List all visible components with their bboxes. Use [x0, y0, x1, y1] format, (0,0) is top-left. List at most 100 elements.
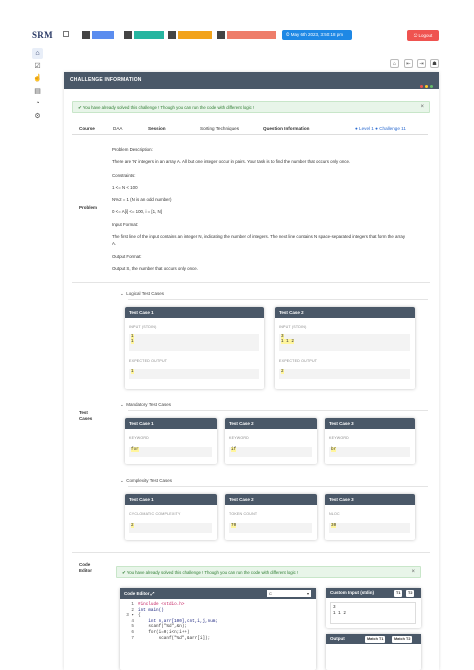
logout-button[interactable]: ⎋ Logout: [407, 30, 439, 41]
solved-alert: ✔ You have already solved this challenge…: [72, 101, 430, 113]
metric-label: CYCLOMATIC COMPLEXITY: [129, 512, 181, 516]
previous-tool-icon[interactable]: ⇤: [404, 59, 413, 68]
menu-toggle-icon[interactable]: [63, 31, 69, 37]
custom-input-panel: Custom Input (stdin) T1 T2 3 1 1 2: [326, 588, 421, 628]
constraints-heading: Constraints:: [112, 173, 136, 178]
language-select[interactable]: C ▾: [267, 590, 311, 597]
test-case-title: Test Case 1: [125, 418, 217, 429]
keyword-value: if: [229, 447, 312, 457]
window-dots: [418, 79, 433, 96]
desc-heading: Problem Description:: [112, 147, 153, 152]
mandatory-test-case-2: Test Case 2 KEYWORD if: [225, 418, 317, 464]
input-value: 3 1 1 2: [279, 334, 410, 351]
output-text: 1: [131, 369, 134, 374]
test-cases-label: Test Cases: [79, 410, 92, 422]
test-case-title: Test Case 2: [225, 418, 317, 429]
test-case-title: Test Case 3: [325, 418, 415, 429]
expected-output-label: EXPECTED OUTPUT: [129, 359, 168, 363]
code-line[interactable]: int main(): [138, 608, 164, 613]
bookmark-tool-icon[interactable]: ☗: [430, 59, 439, 68]
mandatory-section-title[interactable]: ⌄ Mandatory Test Cases: [120, 402, 171, 408]
problem-label: Problem: [79, 205, 98, 210]
custom-input-header: Custom Input (stdin) T1 T2: [326, 588, 421, 598]
logical-test-case-1: Test Case 1 INPUT (STDIN) 1 1 EXPECTED O…: [125, 307, 264, 389]
logical-section-title[interactable]: ⌄ Logical Test Cases: [120, 291, 164, 297]
code-line[interactable]: int n,arr[100],cnt,i,j,num;: [138, 619, 218, 624]
settings-icon[interactable]: ⚙: [32, 111, 43, 122]
test-case-title: Test Case 3: [325, 494, 415, 505]
yellow-dot-icon: [425, 85, 428, 88]
close-icon[interactable]: ×: [411, 567, 415, 578]
code-line[interactable]: {: [138, 613, 141, 618]
metric-text: 30: [331, 523, 337, 528]
keyword-text: br: [331, 447, 337, 452]
logical-title: Logical Test Cases: [126, 291, 164, 296]
input-line-2: 1 1 2: [281, 338, 294, 344]
logical-test-case-2: Test Case 2 INPUT (STDIN) 3 1 1 2 EXPECT…: [275, 307, 415, 389]
home-icon[interactable]: ⌂: [32, 48, 43, 59]
logo-text: SRM: [32, 30, 53, 40]
code-line[interactable]: scanf("%d",&n);: [138, 624, 187, 629]
keyword-value: for: [129, 447, 212, 457]
language-value: C: [269, 591, 272, 596]
input-desc-2: A.: [112, 241, 117, 246]
expected-output-value: 2: [279, 369, 410, 379]
date-badge: ⏲ May 6th 2023, 3:50:18 pm: [282, 30, 352, 40]
input-desc-1: The first line of the input contains an …: [112, 234, 406, 239]
custom-input-textarea[interactable]: 3 1 1 2: [330, 602, 416, 624]
nav-pill-3[interactable]: [168, 31, 212, 39]
input-label: INPUT (STDIN): [279, 325, 307, 329]
line-number: 6: [131, 630, 134, 635]
test-cases-label-2: Cases: [79, 416, 93, 421]
code-line[interactable]: scanf("%d",&arr[i]);: [138, 636, 211, 641]
line-number: 5: [131, 624, 134, 630]
metric-value: 70: [229, 523, 312, 533]
complexity-section-title[interactable]: ⌄ Complexity Test Cases: [120, 478, 172, 484]
code-editor: Code Editor ⤢ C ▾ 1 #include <stdio.h> 2 int…: [120, 588, 316, 670]
output-desc: Output S, the number that occurs only on…: [112, 266, 198, 271]
test-case-title: Test Case 2: [275, 307, 415, 318]
t1-button[interactable]: T1: [394, 589, 403, 597]
match-t2-button[interactable]: Match T2: [392, 635, 413, 643]
constraint-3: 0 <= A[i] <= 100, i = [1, N]: [112, 209, 162, 214]
output-text: 2: [281, 369, 284, 374]
home-tool-icon[interactable]: ⌂: [390, 59, 399, 68]
close-icon[interactable]: ×: [420, 102, 424, 113]
divider: [128, 486, 428, 487]
time-icon[interactable]: ◔: [32, 98, 43, 109]
keyword-label: KEYWORD: [129, 436, 149, 440]
code-line[interactable]: #include <stdio.h>: [138, 602, 184, 607]
nav-pill-2[interactable]: [124, 31, 164, 39]
info-row: Course DAA Session Sorting Techniques Qu…: [72, 122, 428, 135]
course-value: DAA: [113, 126, 123, 131]
output-title: Output: [330, 636, 345, 641]
output-panel: Output Match T1 Match T2: [326, 634, 421, 670]
course-label: Course: [79, 126, 95, 131]
match-t1-button[interactable]: Match T1: [365, 635, 386, 643]
tasks-icon[interactable]: ☑: [32, 61, 43, 72]
red-dot-icon: [420, 85, 423, 88]
alert-text: ✔ You have already solved this challenge…: [122, 570, 299, 575]
t2-button[interactable]: T2: [406, 589, 415, 597]
document-icon[interactable]: ▤: [32, 86, 43, 97]
line-number: 7: [131, 635, 134, 641]
expected-output-label: EXPECTED OUTPUT: [279, 359, 318, 363]
nav-pill-1[interactable]: [82, 31, 114, 39]
divider: [128, 410, 428, 411]
code-line[interactable]: for(i=0;i<n;i++): [138, 630, 189, 635]
metric-label: NLOC: [329, 512, 340, 516]
divider: [128, 299, 428, 300]
divider: [72, 282, 430, 283]
mandatory-test-case-3: Test Case 3 KEYWORD br: [325, 418, 415, 464]
editor-solved-alert: ✔ You have already solved this challenge…: [116, 566, 421, 578]
input-label: INPUT (STDIN): [129, 325, 157, 329]
complexity-test-case-3: Test Case 3 NLOC 30: [325, 494, 415, 540]
metric-text: 70: [231, 523, 237, 528]
metric-text: 2: [131, 523, 134, 528]
input-heading: Input Format:: [112, 222, 139, 227]
next-tool-icon[interactable]: ⇥: [417, 59, 426, 68]
complexity-test-case-1: Test Case 1 CYCLOMATIC COMPLEXITY 2: [125, 494, 217, 540]
nav-pill-4[interactable]: [217, 31, 276, 39]
keyword-label: KEYWORD: [329, 436, 349, 440]
like-icon[interactable]: ☝: [32, 73, 43, 84]
